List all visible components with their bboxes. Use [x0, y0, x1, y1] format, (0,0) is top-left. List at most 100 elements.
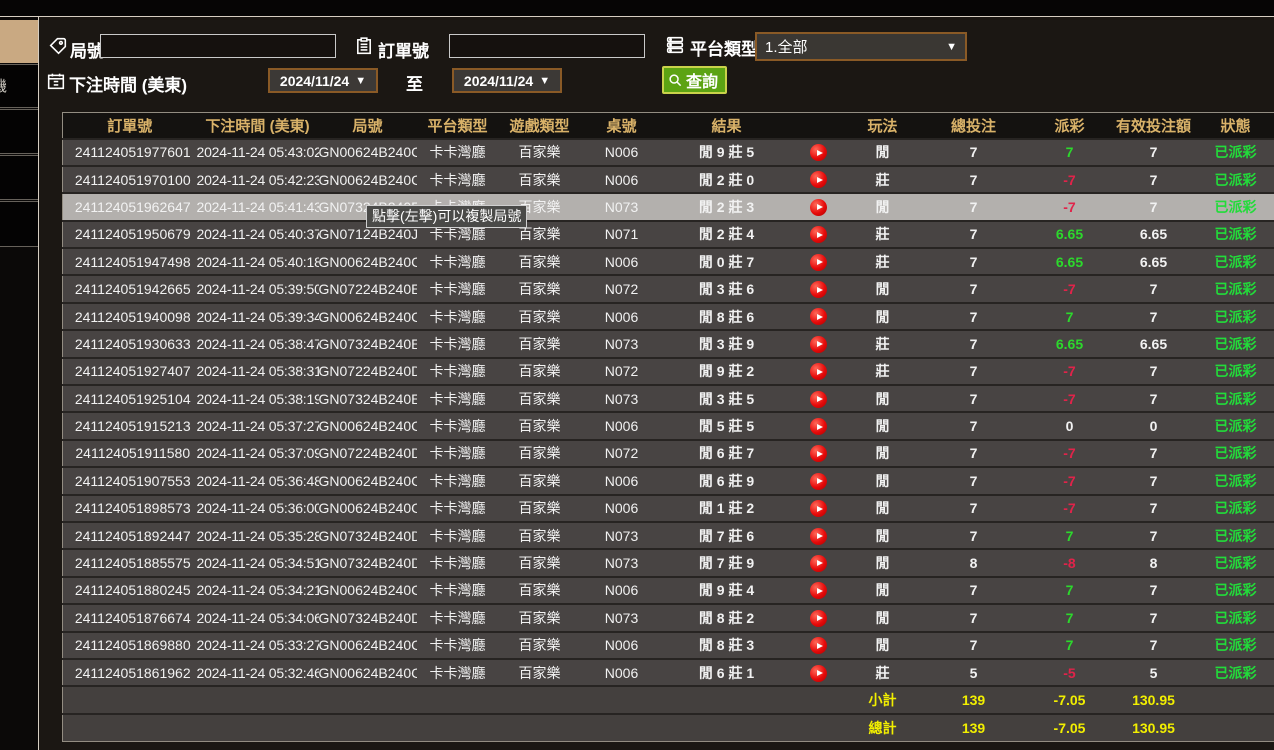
table-row[interactable]: 2411240518985732024-11-24 05:36:00GN0062… — [63, 495, 1274, 522]
cell-replay[interactable] — [791, 248, 847, 275]
cell-replay[interactable] — [791, 303, 847, 330]
table-row[interactable]: 2411240519400982024-11-24 05:39:34GN0062… — [63, 303, 1274, 330]
search-button[interactable]: 查詢 — [662, 66, 727, 94]
sidebar-item-2[interactable]: 機 — [0, 64, 38, 108]
cell-result: 閒 3 莊 6 — [663, 275, 791, 302]
cell-replay[interactable] — [791, 139, 847, 166]
table-row[interactable]: 2411240519626472024-11-24 05:41:43GN0732… — [63, 193, 1274, 220]
cell-round[interactable]: GN00624B240CO — [319, 303, 417, 330]
table-row[interactable]: 2411240519251042024-11-24 05:38:19GN0732… — [63, 385, 1274, 412]
replay-play-icon[interactable] — [810, 281, 827, 298]
replay-play-icon[interactable] — [810, 336, 827, 353]
replay-play-icon[interactable] — [810, 665, 827, 682]
cell-round[interactable]: GN00624B240CP — [319, 248, 417, 275]
cell-replay[interactable] — [791, 166, 847, 193]
replay-play-icon[interactable] — [810, 555, 827, 572]
round-input[interactable] — [100, 34, 336, 58]
replay-play-icon[interactable] — [810, 582, 827, 599]
cell-round[interactable]: GN00624B240CE — [319, 632, 417, 659]
order-input[interactable] — [449, 34, 645, 58]
cell-payout: 7 — [1029, 577, 1111, 604]
replay-play-icon[interactable] — [810, 308, 827, 325]
sidebar-item-selected[interactable] — [0, 20, 38, 63]
cell-round[interactable]: GN00624B240CT — [319, 139, 417, 166]
replay-play-icon[interactable] — [810, 254, 827, 271]
table-row[interactable]: 2411240519075532024-11-24 05:36:48GN0062… — [63, 467, 1274, 494]
table-row[interactable]: 2411240519701002024-11-24 05:42:23GN0062… — [63, 166, 1274, 193]
table-body: 2411240519776012024-11-24 05:43:02GN0062… — [63, 139, 1274, 742]
cell-replay[interactable] — [791, 275, 847, 302]
cell-round[interactable]: GN00624B240CK — [319, 412, 417, 439]
cell-replay[interactable] — [791, 358, 847, 385]
replay-play-icon[interactable] — [810, 637, 827, 654]
cell-round[interactable]: GN00624B240CD — [319, 659, 417, 686]
replay-play-icon[interactable] — [810, 199, 827, 216]
sidebar-item-5[interactable] — [0, 201, 38, 247]
sidebar-item-3[interactable] — [0, 109, 38, 154]
to-label: 至 — [406, 70, 423, 95]
cell-replay[interactable] — [791, 549, 847, 576]
table-row[interactable]: 2411240519274072024-11-24 05:38:31GN0722… — [63, 358, 1274, 385]
table-row[interactable]: 2411240519115802024-11-24 05:37:09GN0722… — [63, 440, 1274, 467]
replay-play-icon[interactable] — [810, 418, 827, 435]
table-row[interactable]: 2411240519152132024-11-24 05:37:27GN0062… — [63, 412, 1274, 439]
cell-result: 閒 1 莊 2 — [663, 495, 791, 522]
table-row[interactable]: 2411240519506792024-11-24 05:40:37GN0712… — [63, 221, 1274, 248]
platform-select[interactable]: 1.全部 ▼ — [755, 32, 967, 61]
table-row[interactable]: 2411240518802452024-11-24 05:34:21GN0062… — [63, 577, 1274, 604]
table-row[interactable]: 2411240519306332024-11-24 05:38:47GN0732… — [63, 330, 1274, 357]
table-row[interactable]: 2411240518619622024-11-24 05:32:46GN0062… — [63, 659, 1274, 686]
cell-round[interactable]: GN00624B240CI — [319, 495, 417, 522]
cell-replay[interactable] — [791, 440, 847, 467]
table-row[interactable]: 2411240519776012024-11-24 05:43:02GN0062… — [63, 139, 1274, 166]
summary-cell-time — [197, 686, 319, 713]
replay-play-icon[interactable] — [810, 500, 827, 517]
sidebar-item-4[interactable] — [0, 155, 38, 200]
cell-replay[interactable] — [791, 632, 847, 659]
cell-round[interactable]: GN00624B240CS — [319, 166, 417, 193]
replay-play-icon[interactable] — [810, 144, 827, 161]
replay-play-icon[interactable] — [810, 171, 827, 188]
cell-round[interactable]: GN07324B240E2 — [319, 330, 417, 357]
table-row[interactable]: 2411240518924472024-11-24 05:35:28GN0732… — [63, 522, 1274, 549]
table-row[interactable]: 2411240519474982024-11-24 05:40:18GN0062… — [63, 248, 1274, 275]
table-row[interactable]: 2411240518855752024-11-24 05:34:51GN0732… — [63, 549, 1274, 576]
col-header-platform: 平台類型 — [417, 113, 499, 139]
date-to-select[interactable]: 2024/11/24 ▼ — [452, 68, 562, 93]
cell-valid: 6.65 — [1111, 221, 1197, 248]
cell-replay[interactable] — [791, 330, 847, 357]
cell-replay[interactable] — [791, 577, 847, 604]
cell-round[interactable]: GN07324B240E1 — [319, 385, 417, 412]
date-from-select[interactable]: 2024/11/24 ▼ — [268, 68, 378, 93]
cell-round[interactable]: GN00624B240CF — [319, 577, 417, 604]
cell-replay[interactable] — [791, 385, 847, 412]
cell-round[interactable]: GN07324B240DX — [319, 522, 417, 549]
cell-replay[interactable] — [791, 495, 847, 522]
cell-round[interactable]: GN07224B240E0 — [319, 275, 417, 302]
table-row[interactable]: 2411240519426652024-11-24 05:39:50GN0722… — [63, 275, 1274, 302]
cell-round[interactable]: GN07324B240DV — [319, 604, 417, 631]
cell-round[interactable]: GN07324B240DW — [319, 549, 417, 576]
replay-play-icon[interactable] — [810, 473, 827, 490]
replay-play-icon[interactable] — [810, 363, 827, 380]
cell-replay[interactable] — [791, 221, 847, 248]
replay-play-icon[interactable] — [810, 226, 827, 243]
cell-replay[interactable] — [791, 659, 847, 686]
cell-replay[interactable] — [791, 604, 847, 631]
cell-replay[interactable] — [791, 412, 847, 439]
replay-play-icon[interactable] — [810, 610, 827, 627]
cell-tableNo: N006 — [581, 467, 663, 494]
cell-round[interactable]: GN07224B240DW — [319, 440, 417, 467]
cell-platform: 卡卡灣廳 — [417, 659, 499, 686]
cell-replay[interactable] — [791, 467, 847, 494]
col-header-payout: 派彩 — [1029, 113, 1111, 139]
cell-replay[interactable] — [791, 522, 847, 549]
cell-round[interactable]: GN00624B240CJ — [319, 467, 417, 494]
cell-round[interactable]: GN07224B240DY — [319, 358, 417, 385]
replay-play-icon[interactable] — [810, 528, 827, 545]
cell-replay[interactable] — [791, 193, 847, 220]
table-row[interactable]: 2411240518698802024-11-24 05:33:27GN0062… — [63, 632, 1274, 659]
replay-play-icon[interactable] — [810, 391, 827, 408]
replay-play-icon[interactable] — [810, 445, 827, 462]
table-row[interactable]: 2411240518766742024-11-24 05:34:06GN0732… — [63, 604, 1274, 631]
